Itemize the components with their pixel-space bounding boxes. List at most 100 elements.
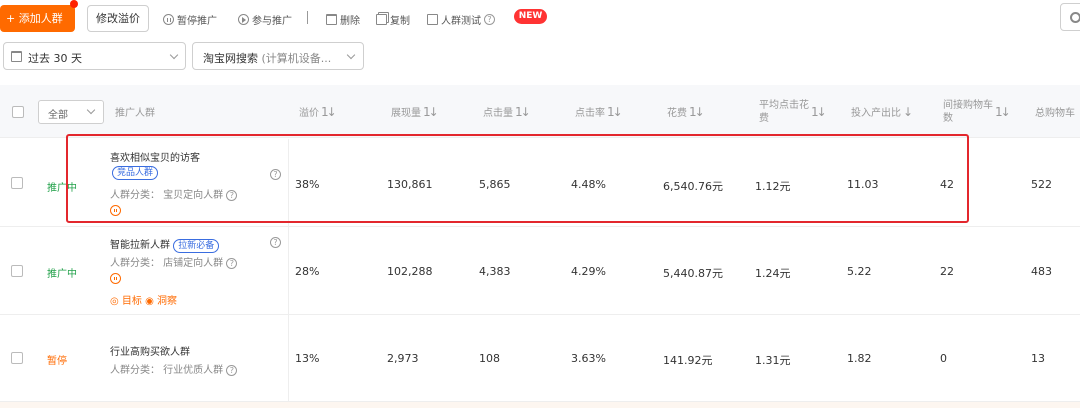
status-label: 暂停	[47, 356, 67, 367]
chevron-down-icon	[346, 50, 356, 60]
select-all-checkbox[interactable]	[12, 106, 24, 118]
status-label: 推广中	[47, 269, 77, 280]
impressions-value: 102,288	[387, 265, 433, 278]
delete-label: 删除	[340, 15, 360, 27]
header-avg-cpc-line1: 平均点击花	[759, 99, 809, 111]
table-row: 推广中 智能拉新人群 拉新必备 ? 人群分类： 店铺定向人群 ? ◎ 目标 ◉ …	[0, 227, 1080, 315]
cost-value: 5,440.87元	[663, 267, 723, 280]
next-row-edge	[0, 402, 1080, 408]
new-badge: NEW	[514, 9, 547, 24]
header-indirect-cart-line2: 数	[943, 112, 953, 124]
help-icon[interactable]: ?	[226, 365, 238, 376]
delete-button[interactable]: 删除	[326, 11, 360, 27]
copy-button[interactable]: 复制	[376, 11, 410, 27]
crowd-category: 人群分类： 行业优质人群 ?	[110, 361, 238, 376]
join-promotion-button[interactable]: 参与推广	[238, 11, 292, 27]
header-cost[interactable]: 花费 1↓	[667, 85, 705, 138]
impressions-value: 2,973	[387, 352, 419, 365]
cost-value: 141.92元	[663, 354, 713, 367]
row-checkbox[interactable]	[11, 352, 23, 364]
calendar-icon	[11, 51, 22, 62]
traffic-source-select[interactable]: 淘宝网搜索 (计算机设备...	[192, 42, 364, 70]
traffic-source-sub: (计算机设备...	[261, 52, 332, 65]
header-premium[interactable]: 溢价 1↓	[299, 85, 337, 138]
row-checkbox[interactable]	[11, 265, 23, 277]
header-crowd: 推广人群	[115, 85, 155, 138]
header-clicks-label: 点击量	[483, 108, 513, 119]
header-clicks[interactable]: 点击量 1↓	[483, 85, 531, 138]
header-total-cart[interactable]: 总购物车	[1035, 85, 1075, 138]
header-impressions[interactable]: 展现量 1↓	[391, 85, 439, 138]
toolbar-separator	[307, 11, 308, 24]
sort-desc-icon: ↓	[903, 104, 914, 119]
crowd-name-text: 智能拉新人群	[110, 240, 170, 251]
crowd-test-button[interactable]: 人群测试 ?	[427, 11, 495, 27]
total-cart-value: 522	[1031, 178, 1052, 191]
sort-icon: 1↓	[607, 104, 623, 119]
help-icon[interactable]: ?	[270, 237, 281, 248]
header-impressions-label: 展现量	[391, 108, 421, 119]
roi-value: 1.82	[847, 352, 872, 365]
header-avg-cpc-line2: 费	[759, 112, 769, 124]
crowd-category-text: 人群分类： 店铺定向人群	[110, 258, 224, 269]
header-avg-cpc[interactable]: 平均点击花 费 1↓	[759, 85, 827, 138]
premium-value: 13%	[295, 352, 320, 365]
header-ctr-label: 点击率	[575, 108, 605, 119]
play-icon	[238, 13, 249, 25]
date-range-value: 过去 30 天	[28, 52, 82, 65]
pause-promotion-button[interactable]: 暂停推广	[163, 11, 217, 27]
status-filter-value: 全部	[48, 110, 68, 121]
help-icon[interactable]: ?	[226, 258, 238, 269]
column-divider	[288, 227, 289, 315]
chevron-down-icon	[169, 50, 179, 60]
traffic-source-main: 淘宝网搜索	[203, 52, 258, 65]
header-indirect-cart-label: 间接购物车 数	[943, 99, 993, 125]
highlight-box	[66, 134, 969, 223]
date-range-select[interactable]: 过去 30 天	[3, 42, 186, 70]
crowd-name: 行业高购买欲人群	[110, 347, 190, 358]
row-checkbox[interactable]	[11, 177, 23, 189]
total-cart-value: 483	[1031, 265, 1052, 278]
sort-icon: 1↓	[515, 104, 531, 119]
sort-icon: 1↓	[423, 104, 439, 119]
clicks-value: 108	[479, 352, 500, 365]
modify-premium-button[interactable]: 修改溢价	[87, 5, 149, 32]
settings-button[interactable]	[1060, 3, 1080, 31]
avg-cpc-value: 1.24元	[755, 267, 791, 280]
toolbar: + 添加人群 修改溢价 暂停推广 参与推广 删除 复制 人群测试 ? NEW	[0, 0, 1080, 40]
help-icon[interactable]: ?	[484, 13, 495, 25]
status-filter-select[interactable]: 全部	[38, 100, 104, 124]
header-cost-label: 花费	[667, 108, 687, 119]
indirect-cart-value: 0	[940, 352, 947, 365]
crowd-name: 智能拉新人群 拉新必备	[110, 236, 220, 253]
ctr-value: 4.29%	[571, 265, 606, 278]
sort-icon: 1↓	[995, 104, 1011, 119]
premium-value: 28%	[295, 265, 320, 278]
crowd-category-text: 人群分类： 行业优质人群	[110, 365, 224, 376]
pause-icon	[163, 13, 174, 25]
chevron-down-icon	[86, 105, 96, 115]
header-ctr[interactable]: 点击率 1↓	[575, 85, 623, 138]
header-crowd-label: 推广人群	[115, 108, 155, 119]
add-crowd-button[interactable]: + 添加人群	[0, 5, 75, 32]
sort-icon: 1↓	[811, 104, 827, 119]
sort-icon: 1↓	[689, 104, 705, 119]
target-insight-links[interactable]: ◎ 目标 ◉ 洞察	[110, 292, 177, 307]
clicks-value: 4,383	[479, 265, 511, 278]
roi-value: 5.22	[847, 265, 872, 278]
traffic-source-value: 淘宝网搜索 (计算机设备...	[203, 50, 331, 66]
trash-icon	[326, 13, 337, 25]
header-roi-label: 投入产出比	[851, 108, 901, 119]
table-row: 暂停 行业高购买欲人群 人群分类： 行业优质人群 ? 13% 2,973 108…	[0, 315, 1080, 402]
pause-icon[interactable]	[110, 273, 121, 284]
header-roi[interactable]: 投入产出比 ↓	[851, 85, 913, 138]
header-indirect-cart[interactable]: 间接购物车 数 1↓	[943, 85, 1011, 138]
header-avg-cpc-label: 平均点击花 费	[759, 99, 809, 125]
total-cart-value: 13	[1031, 352, 1045, 365]
pause-label: 暂停推广	[177, 15, 217, 27]
copy-label: 复制	[390, 15, 410, 27]
avg-cpc-value: 1.31元	[755, 354, 791, 367]
header-indirect-cart-line1: 间接购物车	[943, 99, 993, 111]
crowd-test-icon	[427, 13, 438, 25]
copy-icon	[376, 13, 387, 25]
